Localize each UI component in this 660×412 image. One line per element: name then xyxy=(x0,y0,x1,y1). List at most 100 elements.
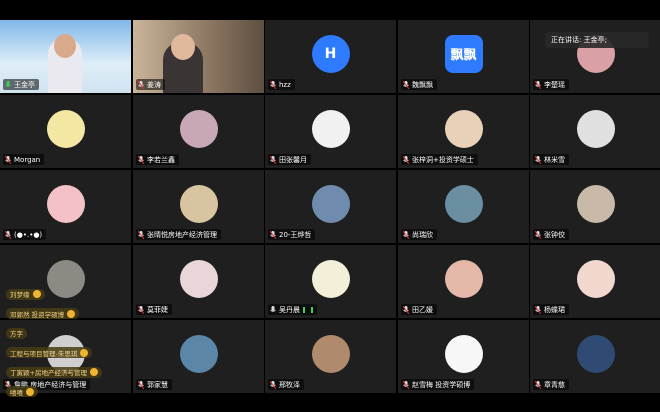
participant-namebar: (●•.•●) xyxy=(3,229,47,240)
participant-name: 李楚瑶 xyxy=(544,80,565,89)
letter-avatar: 飘飘 xyxy=(444,34,483,73)
mic-muted-icon xyxy=(138,380,144,389)
participant-tile[interactable]: 姜涛 xyxy=(133,20,264,93)
avatar xyxy=(576,259,615,298)
clap-icon xyxy=(67,309,76,318)
participant-tile[interactable]: 林米雪 xyxy=(530,95,660,168)
participant-tile[interactable]: 郭家慧 xyxy=(133,320,264,393)
reaction-name: 邓郭然 投资学硕博 xyxy=(10,310,65,319)
participant-tile[interactable]: 尚瑞欣 xyxy=(398,170,529,243)
mic-muted-icon xyxy=(5,230,11,239)
participant-name: 魏飘飘 xyxy=(412,80,433,89)
participant-namebar: 郭家慧 xyxy=(136,379,172,390)
participant-namebar: 张钟佼 xyxy=(533,229,569,240)
participant-tile[interactable]: 田乙媛 xyxy=(398,245,529,318)
mic-muted-icon xyxy=(138,155,144,164)
avatar xyxy=(576,334,615,373)
mic-muted-icon xyxy=(535,230,541,239)
reaction-badge: 嘻嘻 xyxy=(6,386,38,397)
participant-name: 李若兰鑫 xyxy=(147,155,175,164)
mic-muted-icon xyxy=(535,80,541,89)
participant-namebar: 王金亭 xyxy=(3,79,39,90)
participant-namebar: 章青慈 xyxy=(533,379,569,390)
participant-name: 尚瑞欣 xyxy=(412,230,433,239)
avatar xyxy=(311,109,350,148)
mic-speaking-icon xyxy=(270,305,276,312)
participant-name: 张梓洞+投资学硕士 xyxy=(412,155,474,164)
avatar xyxy=(311,184,350,223)
participant-tile[interactable]: 赵雪梅 投资学硕博 xyxy=(398,320,529,393)
avatar xyxy=(46,109,85,148)
participant-tile[interactable]: 20-王烨哲 xyxy=(265,170,396,243)
participant-name: hzz xyxy=(279,80,291,89)
participant-tile[interactable]: Morgan xyxy=(0,95,131,168)
participant-tile[interactable]: 王金亭 xyxy=(0,20,131,93)
participant-name: Morgan xyxy=(14,155,41,164)
participant-namebar: 赵雪梅 投资学硕博 xyxy=(401,379,475,390)
mic-muted-icon xyxy=(403,80,409,89)
avatar xyxy=(576,109,615,148)
participant-namebar: 李若兰鑫 xyxy=(136,154,179,165)
avatar xyxy=(179,259,218,298)
speaking-label: 正在讲话: 王金亭; xyxy=(551,36,607,44)
participant-namebar: 魏飘飘 xyxy=(401,79,437,90)
participant-name: (●•.•●) xyxy=(14,230,43,239)
participant-tile[interactable]: (●•.•●) xyxy=(0,170,131,243)
avatar xyxy=(311,334,350,373)
participant-name: 章青慈 xyxy=(544,380,565,389)
participant-namebar: 尚瑞欣 xyxy=(401,229,437,240)
participant-tile[interactable]: Hhzz xyxy=(265,20,396,93)
participant-tile[interactable]: 田张馨月 xyxy=(265,95,396,168)
clap-icon xyxy=(80,348,89,357)
participant-tile[interactable]: 邢牧泽 xyxy=(265,320,396,393)
avatar xyxy=(46,184,85,223)
participant-namebar: Morgan xyxy=(3,154,45,165)
participant-namebar: 李楚瑶 xyxy=(533,79,569,90)
participant-namebar: 田张馨月 xyxy=(268,154,311,165)
participant-tile[interactable]: 杨蝶珺 xyxy=(530,245,660,318)
participant-namebar: hzz xyxy=(268,79,295,90)
avatar xyxy=(444,334,483,373)
participant-tile[interactable]: 李楚瑶 xyxy=(530,20,660,93)
reaction-name: 工程与项目管理-朱思琪 xyxy=(10,349,78,358)
mic-muted-icon xyxy=(270,230,276,239)
reaction-badge: 丁寅颖+房地产经济与管理 xyxy=(6,366,102,378)
participant-name: 莫菲婕 xyxy=(147,305,168,314)
participant-namebar: 张晴悦房地产经济管理 xyxy=(136,229,221,240)
participant-name: 杨蝶珺 xyxy=(544,305,565,314)
mic-muted-icon xyxy=(535,305,541,314)
participant-tile[interactable]: 飘飘魏飘飘 xyxy=(398,20,529,93)
participant-tile[interactable]: 张钟佼 xyxy=(530,170,660,243)
letter-avatar: H xyxy=(311,34,350,73)
mic-muted-icon xyxy=(403,155,409,164)
participant-name: 吴丹晨 xyxy=(279,305,300,314)
participant-namebar: 张梓洞+投资学硕士 xyxy=(401,154,478,165)
avatar xyxy=(179,109,218,148)
speaking-indicator: 正在讲话: 王金亭; xyxy=(545,32,649,48)
participant-tile[interactable]: 吴丹晨 xyxy=(265,245,396,318)
participant-tile[interactable]: 李若兰鑫 xyxy=(133,95,264,168)
avatar xyxy=(444,259,483,298)
participant-tile[interactable]: 张梓洞+投资学硕士 xyxy=(398,95,529,168)
mic-muted-icon xyxy=(535,155,541,164)
participant-tile[interactable]: 莫菲婕 xyxy=(133,245,264,318)
mic-muted-icon xyxy=(270,380,276,389)
participant-name: 张晴悦房地产经济管理 xyxy=(147,230,217,239)
participant-namebar: 林米雪 xyxy=(533,154,569,165)
participant-tile[interactable]: 章青慈 xyxy=(530,320,660,393)
reaction-name: 丁寅颖+房地产经济与管理 xyxy=(10,369,87,377)
avatar xyxy=(179,334,218,373)
clap-icon xyxy=(26,387,34,396)
mic-active-icon xyxy=(5,80,11,87)
participant-namebar: 姜涛 xyxy=(136,79,165,90)
participant-name: 田乙媛 xyxy=(412,305,433,314)
participant-name: 赵雪梅 投资学硕博 xyxy=(412,380,471,389)
reaction-badge: 刘梦缘 xyxy=(6,288,45,300)
participant-name: 张钟佼 xyxy=(544,230,565,239)
mic-muted-icon xyxy=(5,155,11,164)
mic-muted-icon xyxy=(270,155,276,164)
avatar xyxy=(311,259,350,298)
clap-icon xyxy=(32,290,41,298)
participant-tile[interactable]: 张晴悦房地产经济管理 xyxy=(133,170,264,243)
mic-muted-icon xyxy=(535,380,541,389)
